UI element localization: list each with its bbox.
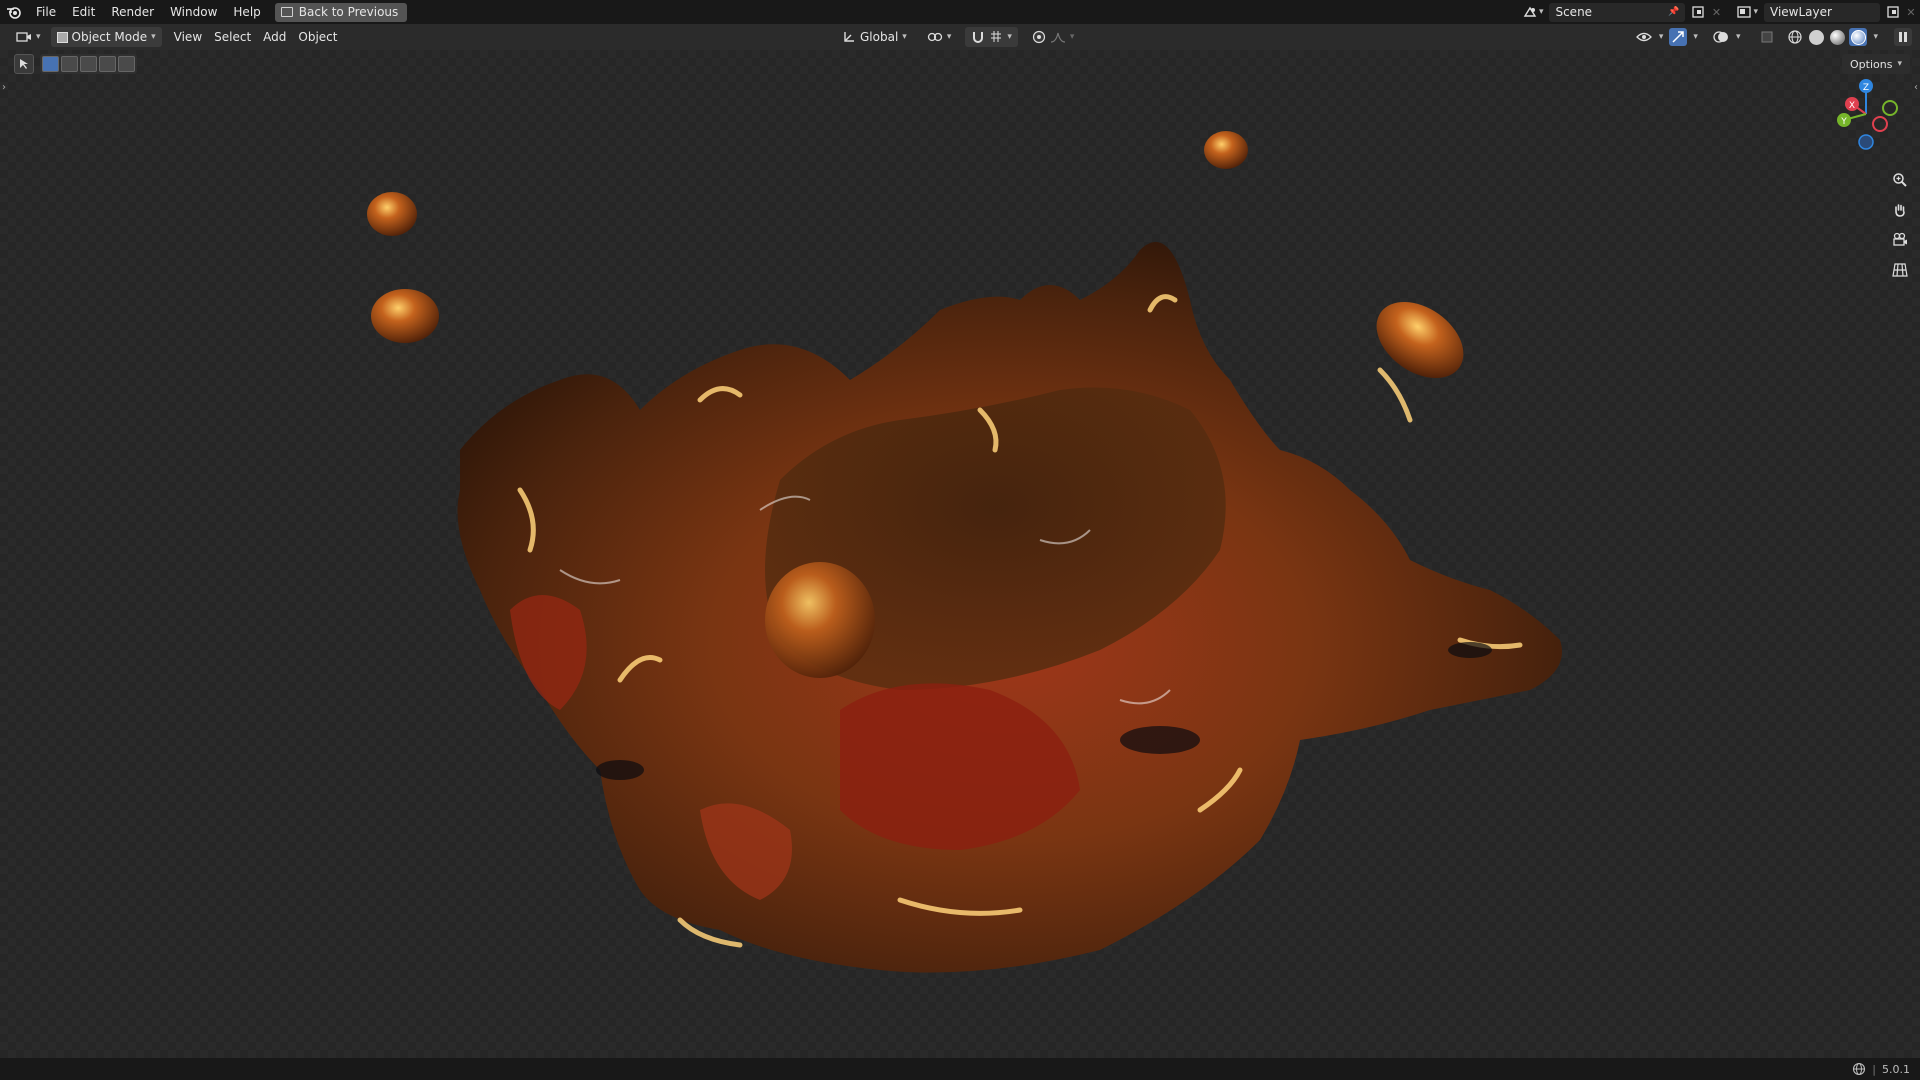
proportional-edit-icon — [1032, 30, 1045, 44]
view-layer-name: ViewLayer — [1770, 5, 1832, 19]
editor-type-icon — [16, 32, 31, 42]
chevron-down-icon: ▾ — [1873, 32, 1878, 42]
snap-grid-icon — [991, 31, 1002, 42]
viewport-display-tools: ▾ ▾ ▾ ▾ — [1635, 27, 1912, 47]
orientation-label: Global — [860, 30, 899, 44]
menu-edit[interactable]: Edit — [64, 0, 103, 24]
menu-object[interactable]: Object — [292, 27, 343, 47]
gizmo-neg-y — [1882, 100, 1898, 116]
droplet — [1204, 131, 1248, 169]
transform-orientation-dropdown[interactable]: Global ▾ — [836, 27, 913, 47]
droplet — [371, 289, 439, 343]
chevron-down-icon: ▾ — [1753, 7, 1758, 17]
menu-select[interactable]: Select — [208, 27, 257, 47]
visibility-eye-icon[interactable] — [1635, 28, 1653, 46]
material-preview-shading-icon[interactable] — [1828, 28, 1846, 46]
new-view-layer-icon[interactable] — [1884, 3, 1902, 21]
chevron-down-icon: ▾ — [902, 32, 907, 42]
shading-modes — [1786, 28, 1868, 46]
back-to-previous-button[interactable]: Back to Previous — [274, 2, 408, 22]
menu-window[interactable]: Window — [162, 0, 225, 24]
object-mode-dropdown[interactable]: Object Mode ▾ — [50, 27, 162, 47]
menu-add[interactable]: Add — [257, 27, 292, 47]
delete-view-layer-icon[interactable]: ✕ — [1902, 3, 1920, 21]
editor-type-button[interactable]: ▾ — [10, 27, 47, 47]
droplet — [367, 192, 417, 236]
delete-scene-icon[interactable]: ✕ — [1707, 3, 1725, 21]
overlays-toggle-icon[interactable] — [1712, 28, 1730, 46]
chevron-down-icon: ▾ — [946, 32, 952, 42]
menu-render[interactable]: Render — [103, 0, 162, 24]
3d-viewport[interactable]: › ‹ Options ▾ Z X Y — [0, 50, 1920, 1058]
chevron-down-icon: ▾ — [1069, 32, 1075, 42]
xray-toggle-icon[interactable] — [1758, 28, 1776, 46]
viewport-header: ▾ Object Mode ▾ View Select Add Object G… — [0, 24, 1920, 50]
top-menu-bar: File Edit Render Window Help Back to Pre… — [0, 0, 1920, 24]
scene-field[interactable]: Scene 📌 — [1549, 2, 1686, 22]
zoom-icon[interactable] — [1888, 168, 1912, 192]
version-label: 5.0.1 — [1882, 1062, 1910, 1076]
chevron-down-icon: ▾ — [36, 32, 41, 42]
rendered-shading-icon[interactable] — [1849, 28, 1868, 46]
network-globe-icon — [1853, 1062, 1866, 1076]
pause-render-icon[interactable] — [1894, 28, 1912, 46]
gizmo-z-label: Z — [1863, 83, 1869, 93]
proportional-editing-toggle[interactable]: ▾ — [1026, 27, 1081, 47]
chevron-down-icon: ▾ — [1538, 7, 1544, 17]
chevron-down-icon: ▾ — [1735, 32, 1741, 42]
top-right-selectors: ▾ Scene 📌 ✕ ▾ ViewLayer ✕ — [1521, 0, 1920, 24]
object-mode-icon — [56, 31, 68, 43]
gizmo-neg-x — [1872, 116, 1888, 132]
center-droplet — [765, 562, 875, 678]
object-mode-label: Object Mode — [71, 30, 148, 44]
rendered-splash-image — [367, 131, 1562, 973]
chevron-down-icon: ▾ — [1007, 32, 1012, 42]
gizmo-x-label: X — [1849, 101, 1855, 111]
transform-tools: Global ▾ ▾ ▾ ▾ — [836, 27, 1080, 47]
pan-hand-icon[interactable] — [1888, 198, 1912, 222]
new-scene-icon[interactable] — [1689, 3, 1707, 21]
menu-help[interactable]: Help — [225, 0, 268, 24]
chevron-down-icon: ▾ — [151, 32, 156, 42]
falloff-curve-icon — [1050, 32, 1065, 43]
scene-name: Scene — [1555, 5, 1593, 19]
navigation-gizmo[interactable]: Z X Y — [1824, 72, 1908, 156]
gizmo-y-label: Y — [1840, 117, 1847, 127]
perspective-grid-icon[interactable] — [1888, 258, 1912, 282]
back-screen-icon — [280, 7, 293, 17]
magnet-icon — [973, 32, 984, 43]
droplet — [1376, 301, 1464, 379]
wireframe-shading-icon[interactable] — [1786, 28, 1804, 46]
scene-type-icon[interactable] — [1521, 3, 1539, 21]
camera-view-icon[interactable] — [1888, 228, 1912, 252]
orientation-axes-icon — [844, 32, 854, 42]
pin-icon[interactable]: 📌 — [1668, 7, 1679, 17]
view-layer-icon[interactable] — [1735, 3, 1753, 21]
chevron-down-icon: ▾ — [1693, 32, 1698, 42]
status-divider: | — [1872, 1062, 1876, 1076]
snap-toggle[interactable]: ▾ — [965, 27, 1018, 47]
solid-shading-icon[interactable] — [1807, 28, 1825, 46]
gizmo-toggle-icon[interactable] — [1669, 28, 1688, 46]
menu-file[interactable]: File — [28, 0, 64, 24]
status-bar: | 5.0.1 — [0, 1058, 1920, 1080]
pivot-point-dropdown[interactable]: ▾ — [921, 27, 958, 47]
back-to-previous-label: Back to Previous — [298, 5, 399, 19]
blender-logo-icon[interactable] — [0, 0, 28, 24]
chevron-down-icon: ▾ — [1658, 32, 1664, 42]
pivot-link-icon — [927, 32, 942, 42]
view-layer-field[interactable]: ViewLayer — [1764, 2, 1880, 22]
menu-view[interactable]: View — [168, 27, 208, 47]
gizmo-neg-z — [1858, 134, 1874, 150]
